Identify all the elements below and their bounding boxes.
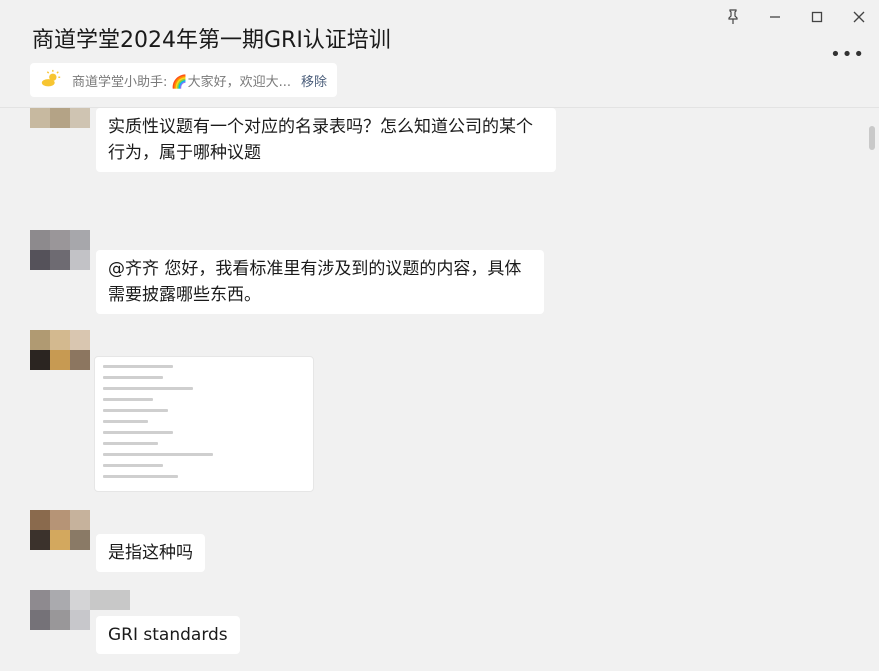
close-icon[interactable] xyxy=(845,6,873,28)
pinned-preview: 🌈大家好，欢迎大... xyxy=(171,74,291,90)
message-text: 是指这种吗 xyxy=(108,543,193,563)
pinned-message-bar[interactable]: 商道学堂小助手: 🌈大家好，欢迎大... 移除 xyxy=(30,63,337,97)
message-text: GRI standards xyxy=(108,625,228,645)
pin-icon[interactable] xyxy=(719,6,747,28)
message-text: 行为，属于哪种议题 xyxy=(108,143,261,163)
sun-icon xyxy=(41,69,61,87)
chat-title: 商道学堂2024年第一期GRI认证培训 xyxy=(32,28,391,53)
more-icon[interactable]: ••• xyxy=(830,44,865,65)
message-text: 需要披露哪些东西。 xyxy=(108,285,261,305)
avatar[interactable] xyxy=(30,510,90,550)
avatar[interactable] xyxy=(30,590,90,630)
avatar[interactable] xyxy=(30,108,90,130)
message-text: @齐齐 您好，我看标准里有涉及到的议题的内容，具体 xyxy=(108,259,522,279)
sender-name-blur xyxy=(90,590,130,610)
window-controls xyxy=(719,6,873,28)
scrollbar[interactable] xyxy=(869,126,875,150)
remove-button[interactable]: 移除 xyxy=(301,71,327,90)
minimize-icon[interactable] xyxy=(761,6,789,28)
maximize-icon[interactable] xyxy=(803,6,831,28)
avatar[interactable] xyxy=(30,330,90,370)
message-bubble[interactable]: 是指这种吗 xyxy=(96,534,205,572)
message-bubble[interactable]: 实质性议题有一个对应的名录表吗？怎么知道公司的某个 行为，属于哪种议题 xyxy=(96,108,556,172)
avatar[interactable] xyxy=(30,230,90,270)
message-text: 实质性议题有一个对应的名录表吗？怎么知道公司的某个 xyxy=(108,117,533,137)
pinned-sender: 商道学堂小助手: xyxy=(72,74,168,90)
message-bubble[interactable]: GRI standards xyxy=(96,616,240,654)
message-bubble[interactable]: @齐齐 您好，我看标准里有涉及到的议题的内容，具体 需要披露哪些东西。 xyxy=(96,250,544,314)
image-message[interactable] xyxy=(94,356,314,492)
